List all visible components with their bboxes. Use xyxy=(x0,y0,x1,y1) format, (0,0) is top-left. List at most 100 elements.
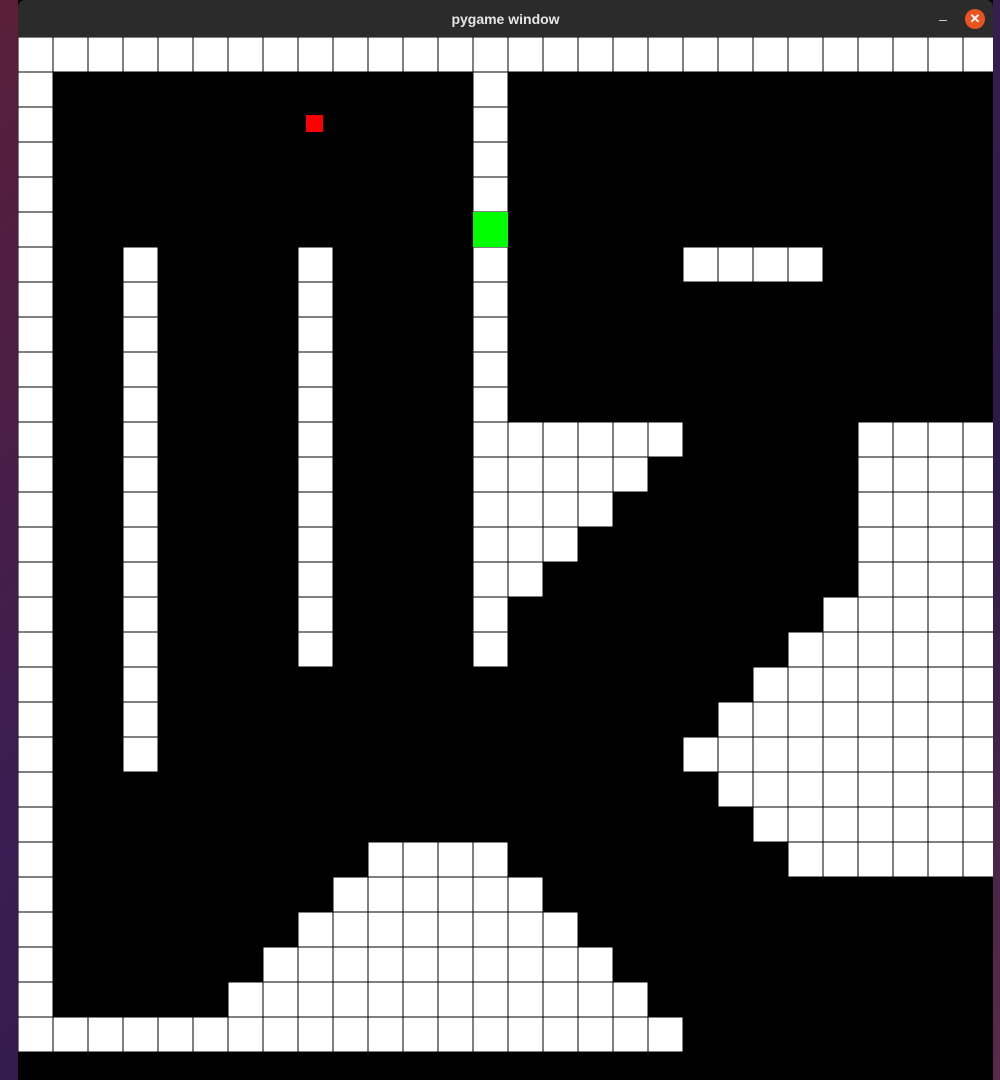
wall-cell xyxy=(192,1016,229,1052)
wall-cell xyxy=(927,771,964,808)
wall-cell xyxy=(18,421,54,458)
wall-cell xyxy=(332,37,369,73)
wall-cell xyxy=(682,246,719,283)
wall-cell xyxy=(927,596,964,633)
window-title: pygame window xyxy=(451,10,560,27)
wall-cell xyxy=(857,841,894,878)
wall-cell xyxy=(962,701,993,738)
wall-cell xyxy=(402,946,439,983)
wall-cell xyxy=(507,946,544,983)
wall-cell xyxy=(18,106,54,143)
wall-cell xyxy=(612,37,649,73)
wall-cell xyxy=(157,1016,194,1052)
wall-cell xyxy=(297,386,334,423)
wall-cell xyxy=(857,526,894,563)
wall-cell xyxy=(472,176,509,213)
wall-cell xyxy=(752,806,789,843)
wall-cell xyxy=(297,911,334,948)
wall-cell xyxy=(472,456,509,493)
wall-cell xyxy=(18,246,54,283)
wall-cell xyxy=(822,806,859,843)
wall-cell xyxy=(472,631,509,668)
wall-cell xyxy=(18,176,54,213)
target-marker xyxy=(306,115,323,132)
wall-cell xyxy=(507,561,544,598)
wall-cell xyxy=(402,876,439,913)
wall-cell xyxy=(717,246,754,283)
wall-cell xyxy=(18,631,54,668)
wall-cell xyxy=(577,946,614,983)
wall-cell xyxy=(927,666,964,703)
maze-grid xyxy=(18,37,993,1052)
wall-cell xyxy=(927,37,964,73)
title-bar[interactable]: pygame window – ✕ xyxy=(18,0,993,37)
wall-cell xyxy=(927,561,964,598)
wall-cell xyxy=(472,37,509,73)
wall-cell xyxy=(542,1016,579,1052)
wall-cell xyxy=(297,981,334,1018)
wall-cell xyxy=(857,771,894,808)
minimize-button[interactable]: – xyxy=(933,9,953,29)
wall-cell xyxy=(857,421,894,458)
wall-cell xyxy=(18,596,54,633)
wall-cell xyxy=(962,666,993,703)
wall-cell xyxy=(437,981,474,1018)
wall-cell xyxy=(822,666,859,703)
wall-cell xyxy=(297,316,334,353)
wall-cell xyxy=(857,806,894,843)
wall-cell xyxy=(577,1016,614,1052)
wall-cell xyxy=(332,946,369,983)
wall-cell xyxy=(122,37,159,73)
wall-cell xyxy=(367,37,404,73)
wall-cell xyxy=(18,1016,54,1052)
wall-cell xyxy=(787,736,824,773)
wall-cell xyxy=(962,736,993,773)
player-block xyxy=(473,212,508,247)
wall-cell xyxy=(787,806,824,843)
wall-cell xyxy=(612,1016,649,1052)
wall-cell xyxy=(752,736,789,773)
wall-cell xyxy=(857,701,894,738)
wall-cell xyxy=(18,456,54,493)
wall-cell xyxy=(472,141,509,178)
close-button[interactable]: ✕ xyxy=(965,9,985,29)
wall-cell xyxy=(892,841,929,878)
wall-cell xyxy=(52,37,89,73)
wall-cell xyxy=(472,386,509,423)
wall-cell xyxy=(787,246,824,283)
game-board[interactable] xyxy=(18,37,993,1080)
wall-cell xyxy=(507,491,544,528)
wall-cell xyxy=(122,1016,159,1052)
wall-cell xyxy=(892,771,929,808)
wall-cell xyxy=(962,596,993,633)
wall-cell xyxy=(297,456,334,493)
wall-cell xyxy=(472,106,509,143)
wall-cell xyxy=(857,456,894,493)
wall-cell xyxy=(612,456,649,493)
wall-cell xyxy=(472,596,509,633)
wall-cell xyxy=(822,37,859,73)
wall-cell xyxy=(402,1016,439,1052)
wall-cell xyxy=(927,456,964,493)
wall-cell xyxy=(857,561,894,598)
wall-cell xyxy=(297,37,334,73)
wall-cell xyxy=(577,491,614,528)
wall-cell xyxy=(297,526,334,563)
wall-cell xyxy=(87,1016,124,1052)
wall-cell xyxy=(262,946,299,983)
wall-cell xyxy=(472,841,509,878)
wall-cell xyxy=(402,841,439,878)
wall-cell xyxy=(822,736,859,773)
wall-cell xyxy=(122,351,159,388)
wall-cell xyxy=(297,281,334,318)
wall-cell xyxy=(507,37,544,73)
wall-cell xyxy=(262,37,299,73)
wall-cell xyxy=(367,981,404,1018)
wall-cell xyxy=(472,421,509,458)
wall-cell xyxy=(122,456,159,493)
wall-cell xyxy=(542,491,579,528)
wall-cell xyxy=(122,491,159,528)
wall-cell xyxy=(962,491,993,528)
wall-cell xyxy=(18,666,54,703)
wall-cell xyxy=(437,876,474,913)
